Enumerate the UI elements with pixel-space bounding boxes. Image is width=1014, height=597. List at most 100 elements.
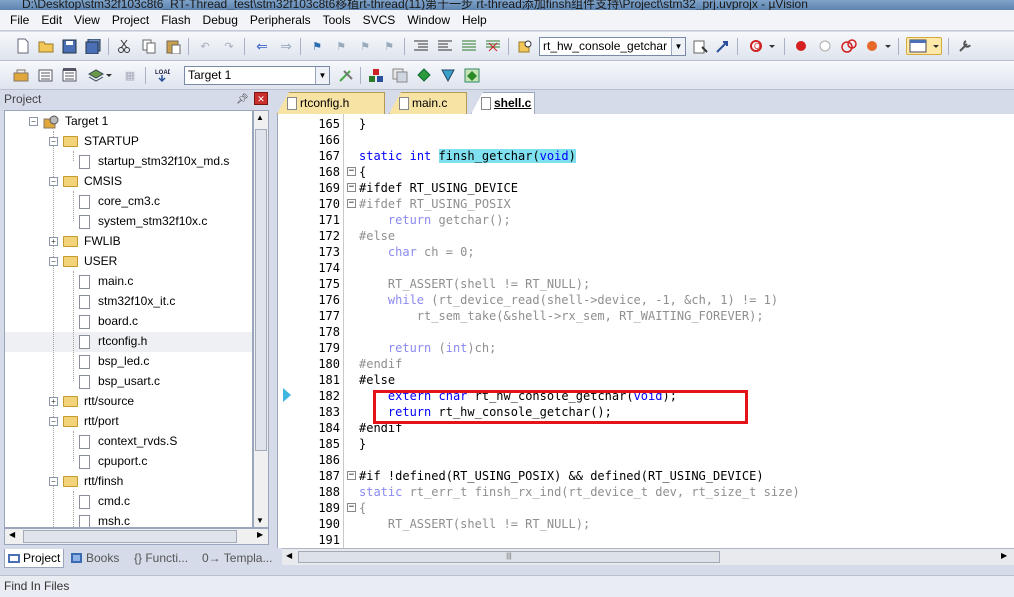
prev-bookmark-icon[interactable]: ⚑	[332, 37, 350, 55]
rebuild-icon[interactable]	[61, 66, 79, 84]
open-file-icon[interactable]	[37, 37, 55, 55]
tree-file[interactable]: startup_stm32f10x_md.s	[79, 151, 229, 171]
menu-help[interactable]: Help	[456, 10, 493, 31]
tab-main-c[interactable]: main.c	[389, 92, 467, 114]
undo-icon[interactable]: ↶	[196, 37, 214, 55]
tab-functions[interactable]: {} Functi...	[130, 549, 194, 568]
tree-file[interactable]: bsp_led.c	[79, 351, 149, 371]
window-layout-icon[interactable]	[906, 37, 942, 55]
navigate-forward-icon[interactable]: ⇒	[277, 37, 295, 55]
kill-breakpoints-icon[interactable]	[840, 37, 858, 55]
paste-icon[interactable]	[164, 37, 182, 55]
download-icon[interactable]: LOAD	[153, 66, 171, 84]
menu-edit[interactable]: Edit	[35, 10, 68, 31]
next-bookmark-icon[interactable]: ⚑	[356, 37, 374, 55]
tree-file[interactable]: stm32f10x_it.c	[79, 291, 175, 311]
uncomment-icon[interactable]	[484, 37, 502, 55]
tree-file[interactable]: cmd.c	[79, 491, 130, 511]
menu-project[interactable]: Project	[106, 10, 155, 31]
tree-file[interactable]: bsp_usart.c	[79, 371, 160, 391]
batch-build-icon[interactable]	[87, 66, 113, 84]
collapse-icon[interactable]: −	[49, 477, 58, 486]
unindent-icon[interactable]	[436, 37, 454, 55]
menu-peripherals[interactable]: Peripherals	[244, 10, 317, 31]
rte-icon[interactable]	[463, 66, 481, 84]
bookmark-icon[interactable]: ⚑	[308, 37, 326, 55]
tree-file[interactable]: core_cm3.c	[79, 191, 160, 211]
scroll-down-icon[interactable]: ▼	[256, 516, 264, 525]
navigate-back-icon[interactable]: ⇐	[253, 37, 271, 55]
tab-rtconfig-h[interactable]: rtconfig.h	[277, 92, 385, 114]
menu-window[interactable]: Window	[401, 10, 456, 31]
configure-breakpoints-icon[interactable]	[864, 37, 892, 55]
collapse-icon[interactable]: −	[49, 417, 58, 426]
tree-file[interactable]: context_rvds.S	[79, 431, 177, 451]
disable-breakpoint-icon[interactable]	[816, 37, 834, 55]
debug-session-icon[interactable]	[713, 37, 731, 55]
chevron-down-icon[interactable]: ▼	[315, 67, 329, 84]
project-tree-vscrollbar[interactable]: ▲ ▼	[253, 110, 269, 528]
tab-project[interactable]: Project	[4, 549, 64, 568]
collapse-icon[interactable]: −	[49, 257, 58, 266]
configure-icon[interactable]	[955, 37, 973, 55]
expand-icon[interactable]: +	[49, 397, 58, 406]
target-combo[interactable]: Target 1 ▼	[184, 66, 330, 85]
find-in-files-icon[interactable]	[516, 37, 534, 55]
comment-icon[interactable]	[460, 37, 478, 55]
collapse-icon[interactable]: −	[49, 177, 58, 186]
translate-icon[interactable]	[12, 66, 30, 84]
collapse-icon[interactable]: −	[29, 117, 38, 126]
tab-shell-c[interactable]: shell.c	[471, 92, 535, 114]
new-file-icon[interactable]	[14, 37, 32, 55]
chevron-down-icon[interactable]: ▼	[671, 38, 685, 55]
fold-icon[interactable]: −	[346, 196, 357, 212]
build-icon[interactable]	[37, 66, 55, 84]
stop-build-icon[interactable]: ▦	[121, 66, 139, 84]
target-options-icon[interactable]	[337, 66, 355, 84]
fold-icon[interactable]: −	[346, 500, 357, 516]
scroll-left-icon[interactable]: ◀	[286, 551, 292, 560]
tree-file[interactable]: main.c	[79, 271, 133, 291]
scroll-left-icon[interactable]: ◀	[9, 530, 15, 539]
tree-file[interactable]: cpuport.c	[79, 451, 147, 471]
scroll-up-icon[interactable]: ▲	[256, 113, 264, 122]
pack-installer-icon[interactable]	[415, 66, 433, 84]
code-editor[interactable]: 165} 166 167 static int finsh_getchar(voi…	[277, 114, 1014, 548]
scroll-thumb[interactable]	[23, 530, 237, 543]
redo-icon[interactable]: ↷	[220, 37, 238, 55]
project-tree-hscrollbar[interactable]: ◀ ▶	[4, 528, 269, 545]
tree-file[interactable]: system_stm32f10x.c	[79, 211, 207, 231]
scroll-right-icon[interactable]: ▶	[257, 530, 263, 539]
scroll-thumb[interactable]: |||	[298, 551, 720, 563]
file-extensions-icon[interactable]	[391, 66, 409, 84]
tree-file[interactable]: board.c	[79, 311, 138, 331]
editor-hscrollbar[interactable]: ◀ ||| ▶	[282, 548, 1014, 565]
pin-icon[interactable]: 📌︎	[236, 91, 249, 109]
copy-icon[interactable]	[140, 37, 158, 55]
clear-bookmarks-icon[interactable]: ⚑	[380, 37, 398, 55]
select-packs-icon[interactable]	[439, 66, 457, 84]
menu-view[interactable]: View	[68, 10, 106, 31]
tab-books[interactable]: Books	[68, 549, 126, 568]
tree-file[interactable]: msh.c	[79, 511, 130, 527]
incremental-find-icon[interactable]	[691, 37, 709, 55]
cut-icon[interactable]	[115, 37, 133, 55]
indent-icon[interactable]	[412, 37, 430, 55]
collapse-icon[interactable]: −	[49, 137, 58, 146]
manage-components-icon[interactable]	[367, 66, 385, 84]
scroll-thumb[interactable]	[255, 129, 267, 451]
zoom-dropdown-icon[interactable]: Q	[748, 37, 776, 55]
close-icon[interactable]: ✕	[254, 92, 268, 105]
menu-svcs[interactable]: SVCS	[357, 10, 402, 31]
save-icon[interactable]	[60, 37, 78, 55]
menu-tools[interactable]: Tools	[317, 10, 357, 31]
save-all-icon[interactable]	[84, 37, 102, 55]
breakpoint-icon[interactable]	[792, 37, 810, 55]
fold-icon[interactable]: −	[346, 164, 357, 180]
tree-file-selected[interactable]: rtconfig.h	[79, 331, 147, 351]
menu-debug[interactable]: Debug	[197, 10, 244, 31]
fold-icon[interactable]: −	[346, 180, 357, 196]
menu-flash[interactable]: Flash	[155, 10, 196, 31]
expand-icon[interactable]: +	[49, 237, 58, 246]
menu-file[interactable]: File	[4, 10, 35, 31]
